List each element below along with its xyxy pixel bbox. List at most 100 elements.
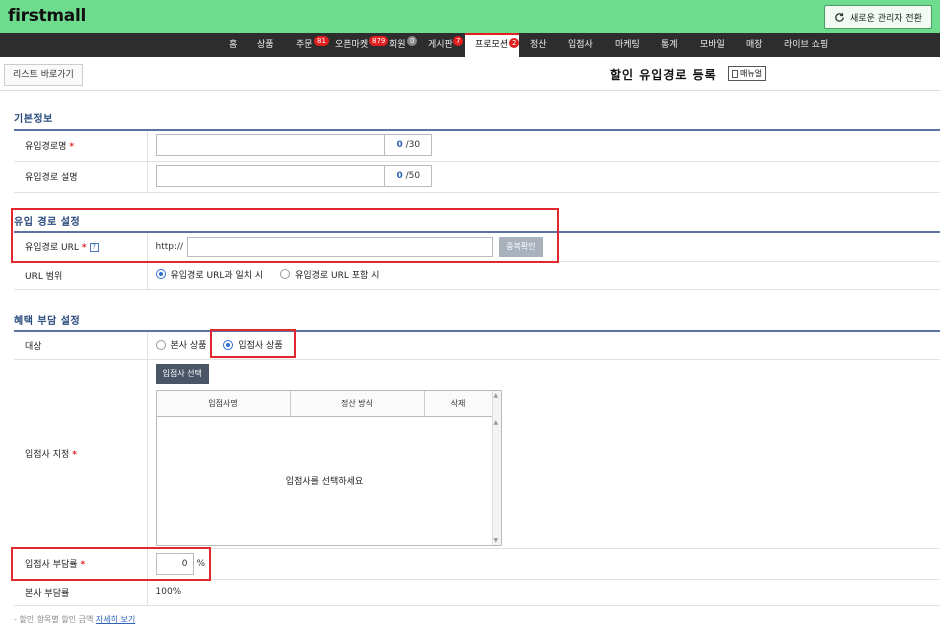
target-label-cell: 대상 (14, 332, 148, 360)
seller-label: 입점사 지정 (25, 450, 70, 460)
highlight-box-path (11, 208, 559, 263)
refresh-icon (835, 12, 844, 22)
scroll-down-icon[interactable]: ▼ (494, 537, 499, 544)
radio-unchecked-icon (155, 339, 166, 350)
badge-orders: 81 (314, 36, 329, 46)
hq-rate-label: 본사 부담률 (25, 588, 70, 599)
manual-label: 매뉴얼 (740, 69, 763, 78)
col-settlement: 정산 방식 (291, 390, 425, 416)
target-hq-label: 본사 상품 (170, 341, 207, 351)
nav-label: 오픈마켓 (335, 40, 369, 50)
target-label: 대상 (25, 341, 42, 352)
name-counter: 0 /30 (385, 135, 431, 155)
badge-board: 7 (453, 36, 464, 46)
page-header: 리스트 바로가기 할인 유입경로 등록 매뉴얼 (0, 57, 940, 91)
nav-marketing[interactable]: 마케팅 (615, 33, 640, 57)
scope-exact-label: 유입경로 URL과 일치 시 (170, 270, 264, 281)
nav-label: 프로모션 (475, 40, 509, 50)
radio-unchecked-icon (280, 269, 291, 280)
nav-label: 모바일 (700, 40, 725, 50)
desc-input[interactable] (157, 165, 385, 186)
nav-members[interactable]: 회원 0 (389, 33, 418, 57)
nav-sellers[interactable]: 입점사 (568, 33, 593, 57)
seller-grid: 입점사명 정산 방식 삭제 입점사를 선택하세요 ▲ ▲ ▼ (155, 389, 502, 546)
scope-exact-radio[interactable]: 유입경로 URL과 일치 시 (155, 268, 264, 281)
name-label: 유입경로명 (25, 142, 67, 153)
main-nav: 홈 상품 주문 81 오픈마켓 879 회원 0 게시판 7 프로모션 2 정산 입점사 … (0, 33, 940, 57)
nav-label: 상품 (257, 40, 274, 50)
scope-contains-radio[interactable]: 유입경로 URL 포함 시 (280, 268, 379, 281)
nav-settlement[interactable]: 정산 (530, 33, 547, 57)
nav-live-shopping[interactable]: 라이브 쇼핑 (784, 33, 828, 57)
back-to-list-button[interactable]: 리스트 바로가기 (4, 64, 83, 86)
name-input[interactable] (157, 134, 385, 155)
nav-home[interactable]: 홈 (229, 33, 237, 57)
manual-button[interactable]: 매뉴얼 (728, 66, 767, 81)
scope-value-cell: 유입경로 URL과 일치 시 유입경로 URL 포함 시 (147, 261, 940, 290)
name-max: /30 (405, 139, 421, 150)
book-icon (732, 69, 738, 78)
details-link[interactable]: 자세히 보기 (96, 615, 135, 624)
highlight-box-target (210, 329, 296, 358)
desc-label-cell: 유입경로 설명 (14, 161, 148, 193)
footnote-text: - 할인 항목별 할인 금액 (14, 615, 94, 624)
top-header: firstmall 새로운 관리자 전환 (0, 0, 940, 33)
nav-products[interactable]: 상품 (257, 33, 274, 57)
nav-label: 입점사 (568, 40, 593, 50)
seller-label-cell: 입점사 지정 * (14, 359, 148, 549)
nav-label: 홈 (229, 40, 238, 50)
badge-promotion: 2 (509, 38, 520, 48)
nav-stats[interactable]: 통계 (661, 33, 678, 57)
seller-value-cell: 입점사 선택 입점사명 정산 방식 삭제 입점사를 선택하세요 ▲ ▲ ▼ (147, 359, 940, 549)
seller-grid-empty: 입점사를 선택하세요 (285, 477, 364, 487)
scroll-up-icon[interactable]: ▲ (494, 392, 499, 399)
seller-grid-header: 입점사명 정산 방식 삭제 (156, 390, 501, 417)
name-input-wrap: 0 /30 (155, 133, 432, 156)
section-title-basic: 기본정보 (14, 114, 53, 125)
nav-label: 주문 (296, 40, 313, 50)
desc-count: 0 (396, 170, 403, 181)
desc-counter: 0 /50 (385, 166, 431, 186)
logo: firstmall (8, 6, 86, 26)
scrollbar[interactable]: ▲ ▲ ▼ (491, 390, 501, 545)
required-mark: * (69, 142, 75, 153)
nav-mobile[interactable]: 모바일 (700, 33, 725, 57)
select-seller-button[interactable]: 입점사 선택 (155, 363, 209, 384)
desc-max: /50 (405, 170, 421, 181)
nav-board[interactable]: 게시판 7 (428, 33, 464, 57)
badge-openmarket: 879 (369, 36, 389, 46)
section-title-benefit: 혜택 부담 설정 (14, 316, 81, 327)
badge-members: 0 (407, 36, 418, 46)
name-count: 0 (396, 139, 403, 150)
nav-store[interactable]: 매장 (746, 33, 763, 57)
basic-info-table: 유입경로명 * 0 /30 유입경로 설명 0 /50 (14, 131, 940, 193)
nav-orders[interactable]: 주문 81 (296, 33, 329, 57)
hq-rate-value: 100% (155, 587, 182, 597)
nav-label: 게시판 (428, 40, 453, 50)
name-value-cell: 0 /30 (147, 131, 940, 162)
required-mark: * (72, 450, 77, 460)
desc-label: 유입경로 설명 (25, 173, 78, 183)
nav-label: 라이브 쇼핑 (784, 40, 829, 50)
radio-checked-icon (155, 269, 166, 280)
switch-admin-button[interactable]: 새로운 관리자 전환 (824, 5, 932, 29)
page-title: 할인 유입경로 등록 (610, 68, 717, 82)
scope-label: URL 범위 (25, 271, 63, 282)
scope-label-cell: URL 범위 (14, 261, 148, 290)
switch-admin-label: 새로운 관리자 전환 (850, 13, 922, 24)
nav-label: 정산 (530, 40, 547, 50)
col-delete: 삭제 (425, 390, 493, 416)
nav-promotion[interactable]: 프로모션 2 (465, 33, 520, 57)
nav-openmarket[interactable]: 오픈마켓 879 (335, 33, 389, 57)
hq-rate-value-cell: 100% (147, 579, 940, 606)
desc-value-cell: 0 /50 (147, 161, 940, 193)
col-seller-name: 입점사명 (157, 390, 291, 416)
nav-label: 회원 (389, 40, 406, 50)
desc-input-wrap: 0 /50 (155, 164, 432, 187)
footnote: - 할인 항목별 할인 금액 자세히 보기 (14, 614, 135, 625)
scroll-up-icon[interactable]: ▲ (494, 419, 499, 426)
nav-label: 매장 (746, 40, 763, 50)
seller-rate-value-cell: 0% (147, 548, 940, 580)
target-hq-radio[interactable]: 본사 상품 (155, 338, 207, 351)
name-label-cell: 유입경로명 * (14, 131, 148, 162)
